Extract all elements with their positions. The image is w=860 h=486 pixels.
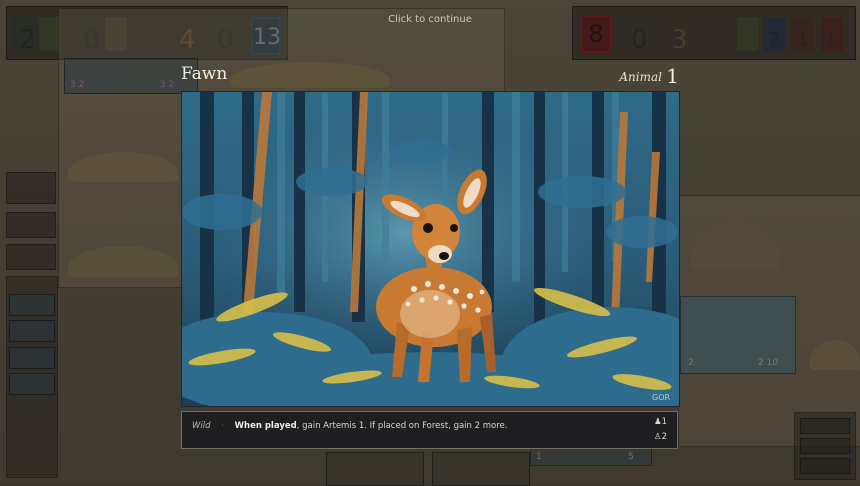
person-icon: ♟ xyxy=(653,417,662,427)
person-outline-icon: ♙ xyxy=(653,432,662,442)
card-effect-body: , gain Artemis 1. If placed on Forest, g… xyxy=(296,421,508,431)
artist-signature: GOR xyxy=(652,393,670,402)
fawn-illustration: GOR xyxy=(182,92,679,406)
stat-bottom: ♙2 xyxy=(654,432,667,442)
stat-top-value: 1 xyxy=(661,417,667,427)
card-cost: 1 xyxy=(666,64,679,88)
card-effect-trigger: When played xyxy=(234,421,297,431)
card-title: Fawn xyxy=(181,64,228,84)
click-to-continue-hint[interactable]: Click to continue xyxy=(0,14,860,25)
stat-bottom-value: 2 xyxy=(661,432,667,442)
card-artwork: GOR xyxy=(181,91,680,407)
stat-top: ♟1 xyxy=(654,417,667,427)
card-effect-text: Wild · When played, gain Artemis 1. If p… xyxy=(192,421,508,431)
card-description-bar: Wild · When played, gain Artemis 1. If p… xyxy=(181,411,678,449)
card-category: Wild xyxy=(192,421,211,431)
card-type: Animal xyxy=(619,70,662,84)
